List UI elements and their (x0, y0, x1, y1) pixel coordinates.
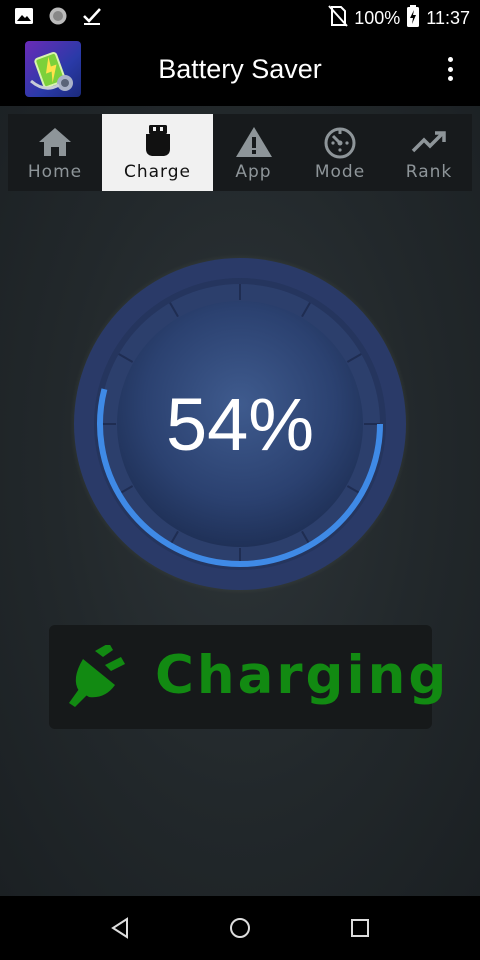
back-triangle-icon (111, 917, 128, 939)
tab-app[interactable]: App (213, 114, 294, 191)
app-bar: Battery Saver (0, 32, 480, 106)
home-circle-icon (230, 918, 250, 938)
home-button[interactable] (228, 916, 252, 940)
charger-icon (145, 125, 171, 158)
battery-percentage: 54% (165, 383, 315, 466)
circle-notification-icon (48, 6, 68, 31)
more-vert-dot (447, 66, 453, 72)
battery-gauge: 54% (70, 254, 410, 594)
tab-home[interactable]: Home (8, 114, 102, 191)
trending-up-icon (411, 126, 447, 158)
overflow-menu-button[interactable] (438, 54, 462, 84)
image-notification-icon (14, 7, 34, 30)
tab-mode-label: Mode (314, 162, 366, 182)
tab-charge-label: Charge (123, 162, 191, 182)
app-title: Battery Saver (158, 54, 322, 84)
back-button[interactable] (108, 916, 132, 940)
tab-home-label: Home (27, 162, 83, 182)
no-sim-icon (328, 5, 348, 32)
clock-text: 11:37 (426, 8, 470, 28)
battery-charging-icon (406, 5, 420, 32)
more-vert-icon (447, 57, 453, 62)
plug-icon (65, 643, 129, 712)
tab-rank[interactable]: Rank (386, 114, 472, 191)
navigation-bar (0, 896, 480, 960)
home-icon (37, 126, 73, 158)
more-vert-dot (447, 76, 453, 81)
main-content: Home Charge App Mode Rank 54% Charging (0, 106, 480, 896)
recents-square-icon (351, 919, 369, 937)
charging-status-banner: Charging (49, 625, 446, 729)
recents-button[interactable] (348, 916, 372, 940)
tab-rank-label: Rank (405, 162, 453, 182)
status-bar: 100% 11:37 (0, 0, 480, 32)
charging-label: Charging (155, 645, 450, 706)
tab-app-label: App (235, 162, 272, 182)
tab-mode[interactable]: Mode (294, 114, 386, 191)
battery-percent-text: 100% (354, 8, 401, 28)
checkmark-notification-icon (82, 6, 102, 31)
tab-bar: Home Charge App Mode Rank (8, 114, 472, 191)
tab-charge[interactable]: Charge (102, 114, 213, 191)
timer-icon (323, 126, 357, 159)
warning-icon (235, 126, 273, 158)
